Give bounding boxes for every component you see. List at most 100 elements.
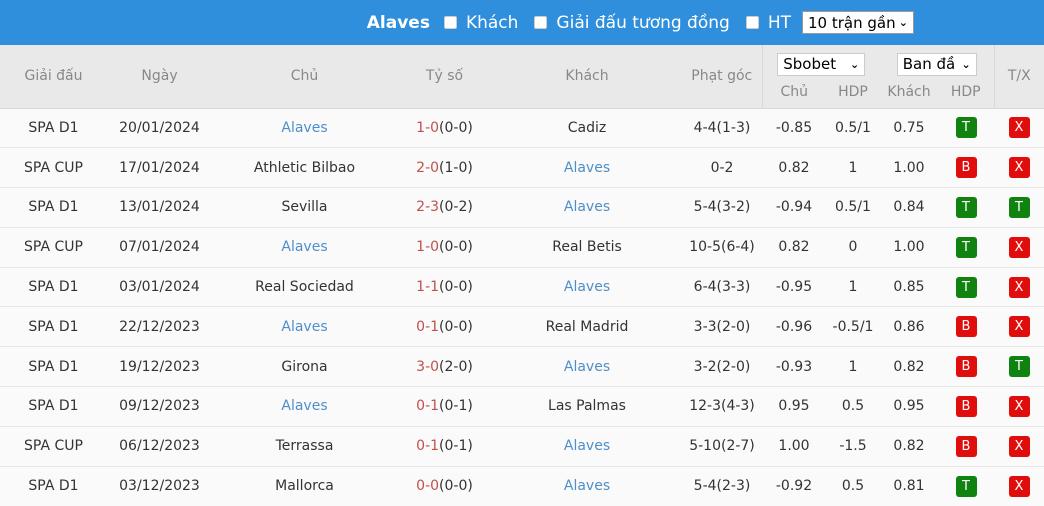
ft-away: 1 <box>430 318 440 335</box>
col-odds-away: Khách <box>880 77 938 108</box>
result-ou-cell: X <box>994 306 1044 347</box>
score[interactable]: 0-1(0-0) <box>397 306 492 347</box>
ft-away: 0 <box>430 239 440 256</box>
score[interactable]: 3-0(2-0) <box>397 346 492 387</box>
date: 22/12/2023 <box>107 306 212 347</box>
date: 03/01/2024 <box>107 266 212 307</box>
score[interactable]: 1-0(0-0) <box>397 226 492 268</box>
filter-ht[interactable]: HT <box>745 13 791 33</box>
league[interactable]: SPA D1 <box>0 346 107 387</box>
table-row: SPA CUP 17/01/2024 Athletic Bilbao 2-0(1… <box>0 147 1044 188</box>
score[interactable]: 2-0(1-0) <box>397 147 492 188</box>
away-team[interactable]: Alaves <box>492 266 682 307</box>
ht-score: (0-0) <box>439 478 473 495</box>
home-team[interactable]: Real Sociedad <box>212 266 397 307</box>
col-over-under: T/X <box>994 45 1044 108</box>
filter-bar: Alaves Khách Giải đấu tương đồng HT 10 t… <box>0 0 1044 45</box>
league[interactable]: SPA CUP <box>0 226 107 268</box>
away-team[interactable]: Alaves <box>492 465 682 506</box>
col-odds-hdp: HDP <box>826 77 880 108</box>
date: 19/12/2023 <box>107 346 212 387</box>
home-team[interactable]: Alaves <box>212 306 397 347</box>
result-hdp-badge: T <box>955 117 977 139</box>
ft-home: 1 <box>416 119 426 136</box>
away-team[interactable]: Alaves <box>492 187 682 228</box>
table-row: SPA D1 03/01/2024 Real Sociedad 1-1(0-0)… <box>0 266 1044 307</box>
filter-away[interactable]: Khách <box>443 13 518 33</box>
league[interactable]: SPA D1 <box>0 465 107 506</box>
ht-score: (1-0) <box>439 159 473 176</box>
match-count-select[interactable]: 10 trận gần ⌄ <box>802 11 914 34</box>
checkbox-same-league[interactable] <box>534 16 548 29</box>
league[interactable]: SPA CUP <box>0 147 107 188</box>
checkbox-away[interactable] <box>443 16 457 29</box>
filter-same-league[interactable]: Giải đấu tương đồng <box>534 13 730 33</box>
date: 20/01/2024 <box>107 107 212 148</box>
ft-away: 0 <box>430 358 440 375</box>
bookmaker-value: Sbobet <box>783 55 837 73</box>
league[interactable]: SPA D1 <box>0 306 107 347</box>
ht-score: (0-0) <box>439 239 473 256</box>
bookmaker-select[interactable]: Sbobet ⌄ <box>777 52 866 76</box>
home-team[interactable]: Athletic Bilbao <box>212 147 397 188</box>
result-ou-cell: X <box>994 107 1044 148</box>
odds-home: -0.96 <box>762 306 826 347</box>
result-hdp-cell: T <box>938 187 994 228</box>
home-team[interactable]: Girona <box>212 346 397 387</box>
home-team[interactable]: Alaves <box>212 226 397 268</box>
result-hdp-cell: B <box>938 386 994 427</box>
away-team[interactable]: Real Betis <box>492 226 682 268</box>
odds-type-select[interactable]: Ban đầ ⌄ <box>896 52 977 76</box>
away-team[interactable]: Cadiz <box>492 107 682 148</box>
home-team[interactable]: Sevilla <box>212 187 397 228</box>
odds-away: 0.84 <box>880 187 938 228</box>
home-team[interactable]: Terrassa <box>212 425 397 467</box>
score[interactable]: 0-1(0-1) <box>397 425 492 467</box>
ft-home: 3 <box>416 358 426 375</box>
result-hdp-badge: T <box>955 196 977 218</box>
home-team[interactable]: Mallorca <box>212 465 397 506</box>
league[interactable]: SPA D1 <box>0 107 107 148</box>
home-team[interactable]: Alaves <box>212 107 397 148</box>
col-result-hdp: HDP <box>938 77 995 108</box>
away-team[interactable]: Real Madrid <box>492 306 682 347</box>
ht-score: (2-0) <box>439 358 473 375</box>
away-team[interactable]: Alaves <box>492 346 682 387</box>
ft-away: 0 <box>430 478 440 495</box>
col-corners: Phạt góc <box>682 45 763 108</box>
col-score: Tỷ số <box>397 45 492 108</box>
league[interactable]: SPA CUP <box>0 425 107 467</box>
home-team[interactable]: Alaves <box>212 386 397 427</box>
odds-home: -0.92 <box>762 465 826 506</box>
odds-away: 1.00 <box>880 147 938 188</box>
score[interactable]: 1-1(0-0) <box>397 266 492 307</box>
result-hdp-badge: B <box>955 157 977 179</box>
col-league: Giải đấu <box>0 45 107 108</box>
away-team[interactable]: Alaves <box>492 147 682 188</box>
odds-home: 0.82 <box>762 147 826 188</box>
ft-home: 2 <box>416 159 426 176</box>
match-history-table: Giải đấu Ngày Chủ Tỷ số Khách Phạt góc S… <box>0 45 1044 506</box>
score[interactable]: 2-3(0-2) <box>397 187 492 228</box>
score[interactable]: 0-0(0-0) <box>397 465 492 506</box>
away-team[interactable]: Alaves <box>492 425 682 467</box>
odds-hdp: -0.5/1 <box>826 306 880 347</box>
league[interactable]: SPA D1 <box>0 386 107 427</box>
col-home: Chủ <box>212 45 397 108</box>
odds-hdp: 0 <box>826 226 880 268</box>
checkbox-ht[interactable] <box>745 16 759 29</box>
result-ou-badge: X <box>1008 316 1030 338</box>
league[interactable]: SPA D1 <box>0 187 107 228</box>
chevron-down-icon: ⌄ <box>850 57 860 71</box>
result-ou-cell: X <box>994 266 1044 307</box>
score[interactable]: 1-0(0-0) <box>397 107 492 148</box>
league[interactable]: SPA D1 <box>0 266 107 307</box>
odds-away: 0.82 <box>880 425 938 467</box>
ht-score: (0-0) <box>439 119 473 136</box>
ht-score: (0-1) <box>439 398 473 415</box>
corners: 5-4(2-3) <box>682 465 762 506</box>
score[interactable]: 0-1(0-1) <box>397 386 492 427</box>
result-hdp-cell: T <box>938 226 994 268</box>
away-team[interactable]: Las Palmas <box>492 386 682 427</box>
ht-score: (0-1) <box>439 438 473 455</box>
